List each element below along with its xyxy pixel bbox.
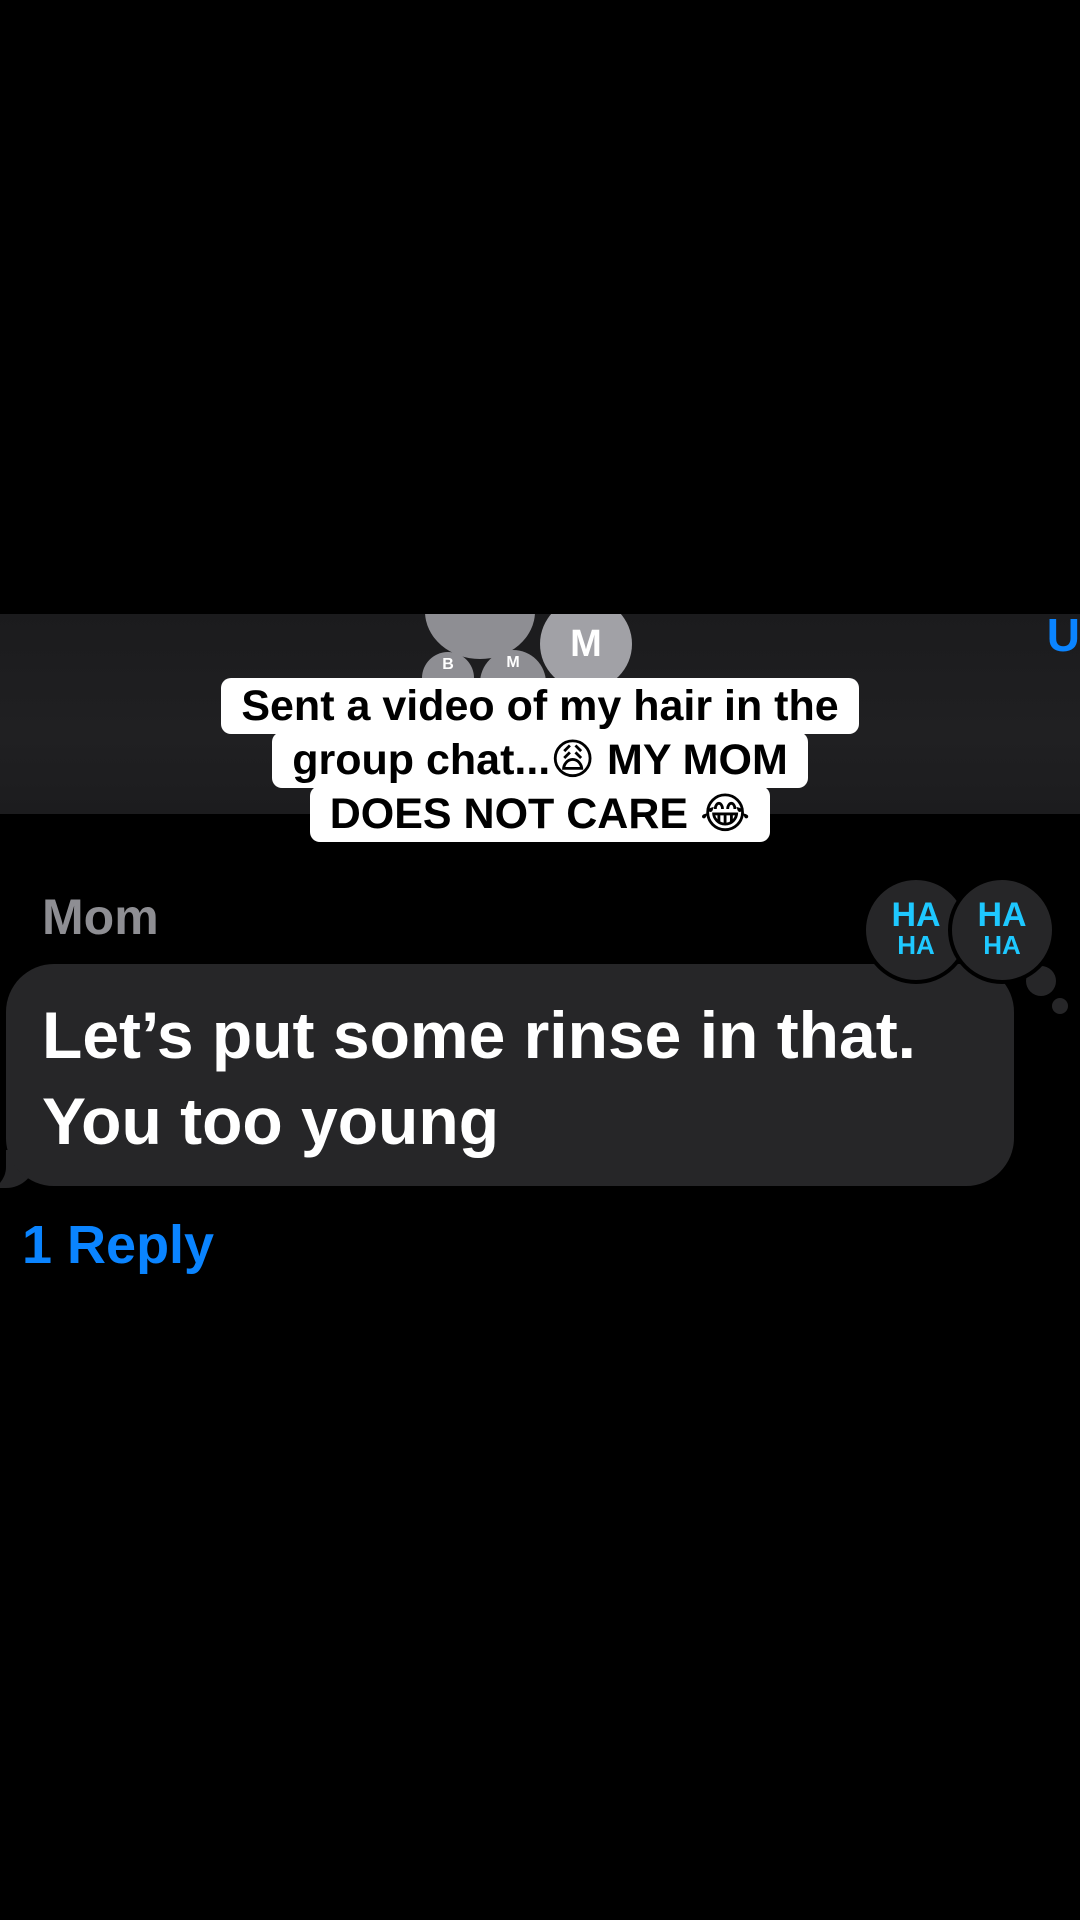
caption-line: DOES NOT CARE 😂 [309, 786, 771, 842]
message-bubble[interactable]: Let’s put some rinse in that. You too yo… [6, 964, 1014, 1186]
reaction-tail-dot [1052, 998, 1068, 1014]
caption-overlay: Sent a video of my hair in the group cha… [0, 678, 1080, 842]
caption-line: Sent a video of my hair in the [221, 678, 859, 734]
message-text-line: Let’s put some rinse in that. [42, 998, 917, 1072]
message-text-line: You too young [42, 1084, 500, 1158]
sender-name: Mom [42, 889, 159, 945]
reaction-text: HA [983, 930, 1021, 960]
reply-link[interactable]: 1 Reply [22, 1214, 214, 1276]
reaction-text: HA [977, 896, 1027, 934]
haha-reaction-icon[interactable]: HA HA [948, 876, 1056, 984]
reaction-text: HA [891, 896, 941, 934]
reaction-text: HA [897, 930, 935, 960]
caption-line: group chat...😩 MY MOM [272, 732, 808, 788]
header-edge-glyph[interactable]: U [1047, 614, 1080, 662]
